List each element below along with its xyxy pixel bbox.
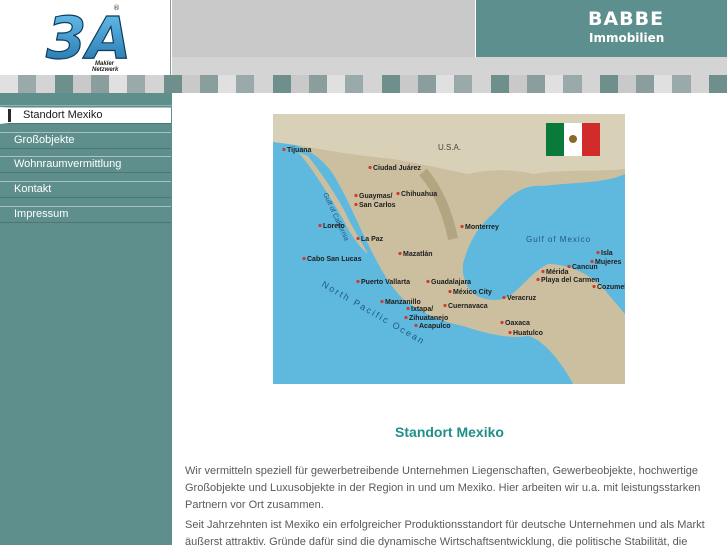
mexico-flag: [546, 123, 600, 156]
map-city-label: Puerto Vallarta: [361, 279, 410, 286]
map-city-label: Monterrey: [465, 224, 499, 231]
map-city-label: Zihuatanejo: [409, 315, 448, 322]
page-title: Standort Mexiko: [395, 424, 504, 440]
map-pin: [541, 269, 545, 274]
nav-item-wohnraumvermittlung[interactable]: Wohnraumvermittlung: [0, 156, 171, 173]
map-city-label: Veracruz: [507, 295, 537, 302]
map-pin: [596, 250, 600, 255]
map-city-label: Ixtapa/: [411, 306, 433, 313]
map-city-label: Oaxaca: [505, 320, 530, 327]
second-paragraph: Seit Jahrzehnten ist Mexiko ein erfolgre…: [185, 519, 705, 548]
map-pin: [443, 303, 447, 308]
header-banner: [172, 0, 475, 58]
map-city-label: Mazatlán: [403, 251, 433, 258]
map-pin: [354, 202, 358, 207]
map-pin: [414, 323, 418, 328]
map-pin: [592, 284, 596, 289]
map-pin: [380, 299, 384, 304]
map-pin: [302, 256, 306, 261]
decorative-checker-strip: [0, 75, 727, 93]
logo-area[interactable]: 3A ® Makler Netzwerk: [0, 0, 171, 75]
logo-sub-2: Netzwerk: [92, 67, 119, 73]
header-strip: [172, 57, 727, 75]
map-pin: [398, 251, 402, 256]
map-pin: [368, 165, 372, 170]
map-pin: [282, 147, 286, 152]
map-pin: [404, 315, 408, 320]
sidebar-header: [0, 93, 172, 106]
map-pin: [460, 224, 464, 229]
map-pin: [448, 289, 452, 294]
map-city-label: Huatulco: [513, 330, 543, 337]
map-pin: [354, 193, 358, 198]
map-city-label: Isla: [601, 250, 613, 257]
nav-item-grossobjekte[interactable]: Großobjekte: [0, 132, 171, 149]
nav-item-standort-mexiko[interactable]: Standort Mexiko: [0, 107, 171, 124]
map-city-label: Mujeres: [595, 259, 622, 266]
nav-item-kontakt[interactable]: Kontakt: [0, 181, 171, 198]
map-city-label: Cabo San Lucas: [307, 256, 362, 263]
map-city-label: Mérida: [546, 269, 569, 276]
map-pin: [318, 223, 322, 228]
map-city-label: México City: [453, 289, 492, 296]
brand-subtitle: Immobilien: [589, 31, 665, 45]
map-city-label: Ciudad Juárez: [373, 165, 421, 172]
map-city-label: Loreto: [323, 223, 345, 230]
logo-registered: ®: [113, 4, 120, 12]
map-city-label: Guaymas/: [359, 193, 393, 200]
map-pin: [396, 191, 400, 196]
map-pin: [356, 236, 360, 241]
intro-paragraph: Wir vermitteln speziell für gewerbetreib…: [185, 465, 701, 511]
map-pin: [406, 306, 410, 311]
map-city-label: Cozumel: [597, 284, 625, 291]
map-pin: [508, 330, 512, 335]
map-city-label: Chihuahua: [401, 191, 437, 198]
map-city-label: Cancun: [572, 264, 598, 271]
map-city-label: Tijuana: [287, 147, 311, 154]
map-pin: [500, 320, 504, 325]
map-city-label: Acapulco: [419, 323, 451, 330]
map-label-gulf: Gulf of Mexico: [526, 235, 591, 244]
map-city-label: San Carlos: [359, 202, 396, 209]
map-label-usa: U.S.A.: [438, 143, 461, 152]
map-pin: [590, 259, 594, 264]
map-city-label: Guadalajara: [431, 279, 471, 286]
map-pin: [356, 279, 360, 284]
map-pin: [426, 279, 430, 284]
map-pin: [502, 295, 506, 300]
map-city-label: Playa del Carmen: [541, 277, 599, 284]
map-city-label: Cuernavaca: [448, 303, 488, 310]
brand-name: BABBE: [588, 8, 665, 30]
map-pin: [567, 264, 571, 269]
map-city-label: La Paz: [361, 236, 384, 243]
mexico-map: U.S.A. Gulf of Mexico Gulf of California…: [273, 114, 625, 384]
map-pin: [536, 277, 540, 282]
3a-logo: 3A ® Makler Netzwerk: [45, 3, 131, 73]
logo-mark: 3A: [46, 4, 131, 72]
map-city-label: Manzanillo: [385, 299, 421, 306]
nav-item-impressum[interactable]: Impressum: [0, 206, 171, 223]
